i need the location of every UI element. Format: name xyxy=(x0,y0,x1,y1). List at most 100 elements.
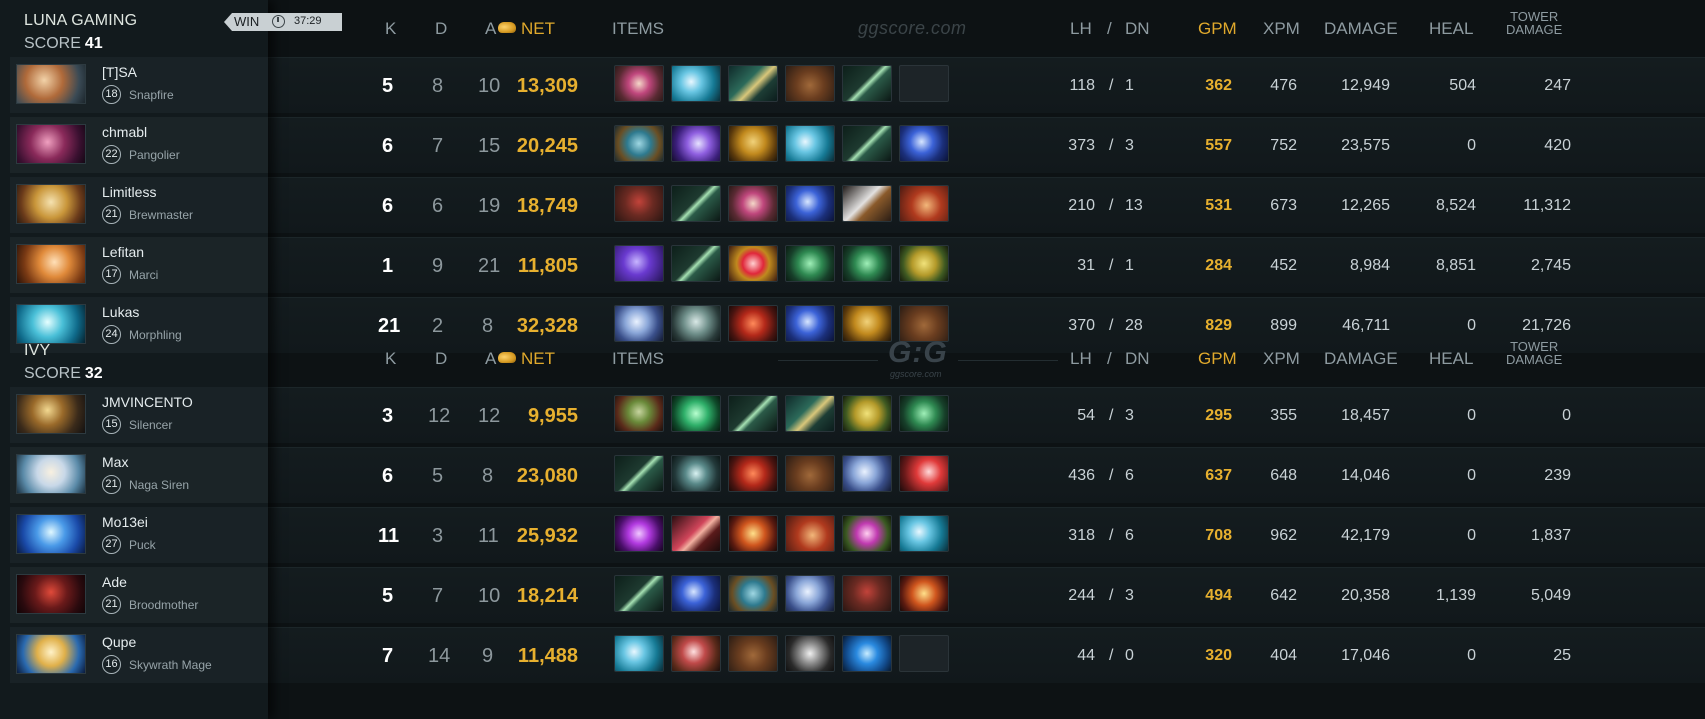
item-battle-axe-icon[interactable] xyxy=(842,185,892,222)
item-ethereal-blade-icon[interactable] xyxy=(785,125,835,162)
item-aghanims-scepter-icon[interactable] xyxy=(671,575,721,612)
column-header-net[interactable]: NET xyxy=(498,19,555,39)
item-dagon-icon[interactable] xyxy=(614,515,664,552)
column-header-a[interactable]: A xyxy=(485,349,496,369)
item-staff-of-wizardry-icon[interactable] xyxy=(614,575,664,612)
item-eagle-blue-icon[interactable] xyxy=(842,635,892,672)
item-cloak-icon[interactable] xyxy=(785,515,835,552)
item-heart-icon[interactable] xyxy=(899,455,949,492)
column-header-gpm[interactable]: GPM xyxy=(1198,349,1237,369)
column-header-xpm[interactable]: XPM xyxy=(1263,349,1300,369)
column-header-heal[interactable]: HEAL xyxy=(1429,19,1473,39)
player-name[interactable]: Limitless xyxy=(102,184,156,200)
item-dagger-red-icon[interactable] xyxy=(671,635,721,672)
column-header-dn[interactable]: DN xyxy=(1125,19,1150,39)
item-staff-of-wizardry-icon[interactable] xyxy=(614,455,664,492)
item-dagger-icon[interactable] xyxy=(671,515,721,552)
item-diffusal-blade-icon[interactable] xyxy=(671,125,721,162)
player-name[interactable]: Max xyxy=(102,454,128,470)
item-skull-icon[interactable] xyxy=(671,455,721,492)
column-header-items[interactable]: ITEMS xyxy=(612,349,664,369)
column-header-lh[interactable]: LH xyxy=(1070,19,1092,39)
column-header-tower-damage[interactable]: TOWER DAMAGE xyxy=(1506,340,1562,366)
item-cloak-icon[interactable] xyxy=(899,185,949,222)
item-mystic-staff-icon[interactable] xyxy=(785,395,835,432)
column-header-d[interactable]: D xyxy=(435,349,447,369)
column-header-xpm[interactable]: XPM xyxy=(1263,19,1300,39)
player-name[interactable]: Qupe xyxy=(102,634,136,650)
column-header-items[interactable]: ITEMS xyxy=(612,19,664,39)
item-boots-icon[interactable] xyxy=(785,455,835,492)
player-card[interactable]: chmabl 22 Pangolier xyxy=(10,117,268,173)
item-orb-purple-icon[interactable] xyxy=(842,515,892,552)
item-pipe-icon[interactable] xyxy=(785,245,835,282)
item-aghanims-scepter-icon[interactable] xyxy=(785,185,835,222)
player-name[interactable]: [T]SA xyxy=(102,64,137,80)
item-wand-icon[interactable] xyxy=(899,575,949,612)
player-name[interactable]: JMVINCENTO xyxy=(102,394,193,410)
item-arcane-boots-icon[interactable] xyxy=(728,575,778,612)
item-mask-icon[interactable] xyxy=(899,245,949,282)
item-mystic-staff-icon[interactable] xyxy=(728,65,778,102)
item-boots-icon[interactable] xyxy=(728,635,778,672)
column-header-damage[interactable]: DAMAGE xyxy=(1324,19,1398,39)
column-header-d[interactable]: D xyxy=(435,19,447,39)
column-header-gpm[interactable]: GPM xyxy=(1198,19,1237,39)
item-hook-icon[interactable] xyxy=(785,635,835,672)
column-header-slash[interactable]: / xyxy=(1107,19,1112,39)
column-header-net[interactable]: NET xyxy=(498,349,555,369)
item-mask-icon[interactable] xyxy=(842,395,892,432)
column-header-tower-damage[interactable]: TOWER DAMAGE xyxy=(1506,10,1562,36)
item-staff-of-wizardry-icon[interactable] xyxy=(842,65,892,102)
item-staff-of-wizardry-icon[interactable] xyxy=(671,245,721,282)
player-name[interactable]: Ade xyxy=(102,574,127,590)
item-octarine-core-icon[interactable] xyxy=(728,185,778,222)
column-header-a[interactable]: A xyxy=(485,19,496,39)
item-octarine-core-icon[interactable] xyxy=(614,65,664,102)
player-card[interactable]: Qupe 16 Skywrath Mage xyxy=(10,627,268,683)
item-mage-hat-icon[interactable] xyxy=(614,245,664,282)
item-wand-icon[interactable] xyxy=(728,515,778,552)
item-staff-of-wizardry-icon[interactable] xyxy=(728,395,778,432)
item-staff-of-wizardry-icon[interactable] xyxy=(671,185,721,222)
item-manta-icon[interactable] xyxy=(785,575,835,612)
column-header-damage[interactable]: DAMAGE xyxy=(1324,349,1398,369)
item-satanic-icon[interactable] xyxy=(728,455,778,492)
column-header-k[interactable]: K xyxy=(385,19,396,39)
player-name[interactable]: chmabl xyxy=(102,124,147,140)
column-header-k[interactable]: K xyxy=(385,349,396,369)
item-cloak-green-icon[interactable] xyxy=(671,395,721,432)
item-orb-icon[interactable] xyxy=(728,245,778,282)
item-aghanims-scepter-icon[interactable] xyxy=(899,125,949,162)
player-name[interactable]: Lukas xyxy=(102,304,139,320)
item-pipe-icon[interactable] xyxy=(899,395,949,432)
item-boots-icon[interactable] xyxy=(785,65,835,102)
column-header-heal[interactable]: HEAL xyxy=(1429,349,1473,369)
item-ethereal-blade-icon[interactable] xyxy=(614,635,664,672)
item-pipe-icon[interactable] xyxy=(842,245,892,282)
player-card[interactable]: Limitless 21 Brewmaster xyxy=(10,177,268,233)
player-card[interactable]: Max 21 Naga Siren xyxy=(10,447,268,503)
player-card[interactable]: Lefitan 17 Marci xyxy=(10,237,268,293)
item-bowl-icon[interactable] xyxy=(614,395,664,432)
player-card[interactable]: Mo13ei 27 Puck xyxy=(10,507,268,563)
item-helm-of-dominator-icon[interactable] xyxy=(842,575,892,612)
empty-item-slot[interactable] xyxy=(899,65,949,102)
player-card[interactable]: Ade 21 Broodmother xyxy=(10,567,268,623)
player-card[interactable]: [T]SA 18 Snapfire xyxy=(10,57,268,113)
player-name[interactable]: Lefitan xyxy=(102,244,144,260)
deaths: 8 xyxy=(432,75,444,97)
item-ethereal-blade-icon[interactable] xyxy=(671,65,721,102)
empty-item-slot[interactable] xyxy=(899,635,949,672)
column-header-dn[interactable]: DN xyxy=(1125,349,1150,369)
item-manta-icon[interactable] xyxy=(842,455,892,492)
item-staff-of-wizardry-icon[interactable] xyxy=(842,125,892,162)
item-helm-icon[interactable] xyxy=(728,125,778,162)
player-name[interactable]: Mo13ei xyxy=(102,514,148,530)
item-ethereal-blade-icon[interactable] xyxy=(899,515,949,552)
column-header-slash[interactable]: / xyxy=(1107,349,1112,369)
column-header-lh[interactable]: LH xyxy=(1070,349,1092,369)
player-card[interactable]: JMVINCENTO 15 Silencer xyxy=(10,387,268,443)
item-arcane-boots-icon[interactable] xyxy=(614,125,664,162)
item-helm-of-dominator-icon[interactable] xyxy=(614,185,664,222)
